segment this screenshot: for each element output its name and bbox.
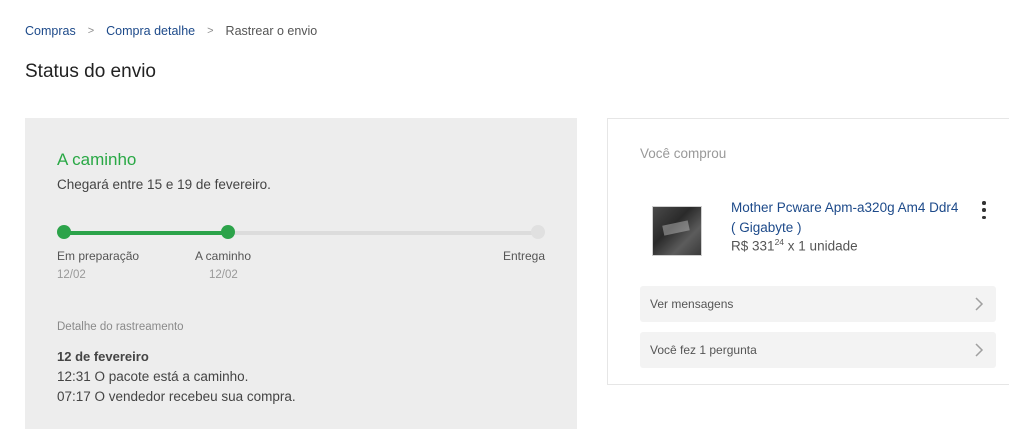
step-dot-preparation [57, 225, 71, 239]
product-image[interactable] [652, 206, 702, 256]
page-title: Status do envio [25, 61, 156, 82]
tracking-event: 12:31 O pacote está a caminho. [57, 369, 249, 384]
breadcrumb-current: Rastrear o envio [225, 24, 318, 38]
product-price: R$ 33124 x 1 unidade [731, 237, 858, 254]
breadcrumb-separator: > [207, 25, 214, 37]
step-label-in-transit: A caminho [195, 249, 252, 263]
purchase-title: Você comprou [640, 146, 727, 161]
product-image-highlight [662, 220, 690, 236]
product-name-link[interactable]: Mother Pcware Apm-a320g Am4 Ddr4 ( Gigab… [731, 198, 961, 238]
kebab-dot [982, 201, 986, 205]
breadcrumb-separator: > [87, 25, 95, 37]
step-dot-in-transit [221, 225, 235, 239]
price-cents: 24 [774, 237, 785, 247]
kebab-menu-icon[interactable] [976, 199, 992, 219]
questions-button[interactable]: Você fez 1 pergunta [640, 332, 996, 368]
kebab-dot [982, 215, 986, 219]
tracking-detail-title: Detalhe do rastreamento [57, 321, 184, 333]
tracking-event: 07:17 O vendedor recebeu sua compra. [57, 389, 296, 404]
step-date-in-transit: 12/02 [209, 269, 238, 281]
shipment-status-card: A caminho Chegará entre 15 e 19 de fever… [25, 118, 577, 429]
breadcrumb-compras[interactable]: Compras [25, 24, 76, 38]
purchase-card: Você comprou Mother Pcware Apm-a320g Am4… [607, 118, 1009, 385]
delivery-estimate: Chegará entre 15 e 19 de fevereiro. [57, 177, 271, 192]
page: Compras > Compra detalhe > Rastrear o en… [0, 0, 1009, 429]
quantity-text: x 1 unidade [787, 238, 858, 254]
price-integer: 331 [752, 238, 775, 254]
chevron-right-icon [975, 297, 984, 311]
breadcrumb-compra-detalhe[interactable]: Compra detalhe [106, 24, 195, 38]
step-dot-delivery [531, 225, 545, 239]
price-currency: R$ [731, 238, 749, 254]
tracking-date: 12 de fevereiro [57, 349, 149, 364]
chevron-right-icon [975, 343, 984, 357]
questions-label: Você fez 1 pergunta [650, 343, 757, 357]
shipment-status: A caminho [57, 150, 137, 169]
kebab-dot [982, 208, 986, 212]
step-label-delivery: Entrega [503, 249, 546, 263]
view-messages-button[interactable]: Ver mensagens [640, 286, 996, 322]
view-messages-label: Ver mensagens [650, 297, 734, 311]
step-label-preparation: Em preparação [57, 249, 140, 263]
breadcrumb: Compras > Compra detalhe > Rastrear o en… [25, 24, 317, 38]
progress-track [64, 231, 538, 235]
step-date-preparation: 12/02 [57, 269, 86, 281]
progress-fill [64, 231, 230, 235]
